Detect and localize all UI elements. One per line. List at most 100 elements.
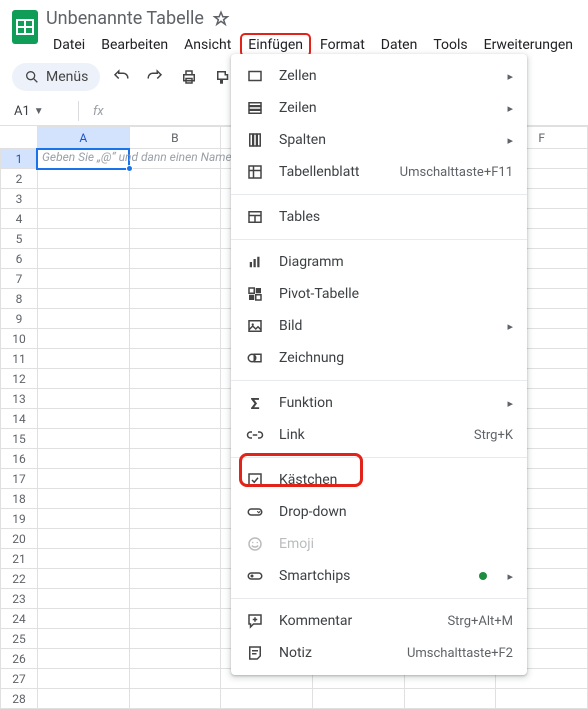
- cell[interactable]: [129, 229, 221, 249]
- cell[interactable]: [37, 529, 129, 549]
- cell[interactable]: [37, 169, 129, 189]
- cell[interactable]: [37, 609, 129, 629]
- cell[interactable]: [37, 449, 129, 469]
- row-header[interactable]: 6: [1, 249, 38, 269]
- cell[interactable]: [312, 689, 404, 709]
- cell[interactable]: [129, 289, 221, 309]
- cell[interactable]: [129, 609, 221, 629]
- cell[interactable]: [37, 269, 129, 289]
- row-header[interactable]: 21: [1, 549, 38, 569]
- cell[interactable]: [129, 669, 221, 689]
- row-header[interactable]: 16: [1, 449, 38, 469]
- cell[interactable]: [129, 569, 221, 589]
- row-header[interactable]: 2: [1, 169, 38, 189]
- row-header[interactable]: 19: [1, 509, 38, 529]
- cell[interactable]: [129, 169, 221, 189]
- menu-item-dropdown[interactable]: Drop-down: [231, 496, 527, 528]
- menu-item-pivot[interactable]: Pivot-Tabelle: [231, 278, 527, 310]
- row-header[interactable]: 1: [1, 149, 38, 169]
- cell[interactable]: [129, 269, 221, 289]
- row-header[interactable]: 8: [1, 289, 38, 309]
- cell[interactable]: [37, 349, 129, 369]
- cell[interactable]: [37, 229, 129, 249]
- cell[interactable]: [129, 409, 221, 429]
- cell[interactable]: [129, 249, 221, 269]
- menu-item-columns[interactable]: Spalten ▸: [231, 124, 527, 156]
- row-header[interactable]: 7: [1, 269, 38, 289]
- row-header[interactable]: 10: [1, 329, 38, 349]
- cell[interactable]: [37, 629, 129, 649]
- sheets-app-icon[interactable]: [12, 10, 38, 44]
- cell[interactable]: [129, 449, 221, 469]
- menu-item-image[interactable]: Bild ▸: [231, 310, 527, 342]
- row-header[interactable]: 20: [1, 529, 38, 549]
- row-header[interactable]: 17: [1, 469, 38, 489]
- cell-name-box[interactable]: A1 ▼: [8, 102, 68, 121]
- redo-button[interactable]: [142, 64, 168, 90]
- menu-item-rows[interactable]: Zeilen ▸: [231, 92, 527, 124]
- cell[interactable]: [37, 669, 129, 689]
- row-header[interactable]: 25: [1, 629, 38, 649]
- menu-item-checkbox[interactable]: Kästchen: [231, 464, 527, 496]
- menu-item-drawing[interactable]: Zeichnung: [231, 342, 527, 374]
- cell[interactable]: [37, 649, 129, 669]
- menu-item-sheet[interactable]: Tabellenblatt Umschalttaste+F11: [231, 156, 527, 188]
- cell[interactable]: [129, 589, 221, 609]
- menus-search[interactable]: Menüs: [12, 63, 100, 91]
- cell[interactable]: [129, 649, 221, 669]
- cell[interactable]: [129, 349, 221, 369]
- cell[interactable]: [37, 569, 129, 589]
- row-header[interactable]: 28: [1, 689, 38, 709]
- col-header[interactable]: B: [129, 127, 221, 149]
- cell[interactable]: [129, 429, 221, 449]
- row-header[interactable]: 22: [1, 569, 38, 589]
- menu-item-chart[interactable]: Diagramm: [231, 246, 527, 278]
- print-button[interactable]: [176, 64, 202, 90]
- menu-item-note[interactable]: Notiz Umschalttaste+F2: [231, 637, 527, 669]
- menu-view[interactable]: Ansicht: [177, 33, 238, 57]
- doc-title[interactable]: Unbenannte Tabelle: [46, 8, 204, 29]
- cell[interactable]: [129, 489, 221, 509]
- cell[interactable]: [129, 629, 221, 649]
- cell[interactable]: [37, 209, 129, 229]
- cell[interactable]: [129, 469, 221, 489]
- row-header[interactable]: 9: [1, 309, 38, 329]
- menu-item-smartchips[interactable]: Smartchips ▸: [231, 560, 527, 592]
- menu-item-link[interactable]: Link Strg+K: [231, 419, 527, 451]
- cell[interactable]: [129, 529, 221, 549]
- cell[interactable]: [37, 389, 129, 409]
- cell[interactable]: [37, 689, 129, 709]
- cell[interactable]: [129, 369, 221, 389]
- cell[interactable]: [129, 189, 221, 209]
- cell[interactable]: [37, 429, 129, 449]
- undo-button[interactable]: [108, 64, 134, 90]
- row-header[interactable]: 27: [1, 669, 38, 689]
- menu-edit[interactable]: Bearbeiten: [94, 33, 175, 57]
- cell[interactable]: [37, 509, 129, 529]
- cell[interactable]: [37, 489, 129, 509]
- col-header[interactable]: A: [37, 127, 129, 149]
- cell[interactable]: [129, 389, 221, 409]
- select-all-corner[interactable]: [1, 127, 38, 149]
- row-header[interactable]: 18: [1, 489, 38, 509]
- row-header[interactable]: 11: [1, 349, 38, 369]
- row-header[interactable]: 23: [1, 589, 38, 609]
- cell[interactable]: [37, 589, 129, 609]
- star-icon[interactable]: [212, 10, 230, 28]
- menu-file[interactable]: Datei: [46, 33, 92, 57]
- fill-handle[interactable]: [126, 165, 133, 172]
- row-header[interactable]: 5: [1, 229, 38, 249]
- menu-item-comment[interactable]: Kommentar Strg+Alt+M: [231, 605, 527, 637]
- cell[interactable]: [37, 469, 129, 489]
- cell[interactable]: [129, 689, 221, 709]
- cell[interactable]: [129, 329, 221, 349]
- cell[interactable]: [37, 409, 129, 429]
- cell[interactable]: [37, 249, 129, 269]
- row-header[interactable]: 24: [1, 609, 38, 629]
- cell[interactable]: [129, 209, 221, 229]
- menu-help[interactable]: Hilfe: [582, 33, 588, 57]
- row-header[interactable]: 26: [1, 649, 38, 669]
- row-header[interactable]: 4: [1, 209, 38, 229]
- cell[interactable]: [129, 509, 221, 529]
- row-header[interactable]: 12: [1, 369, 38, 389]
